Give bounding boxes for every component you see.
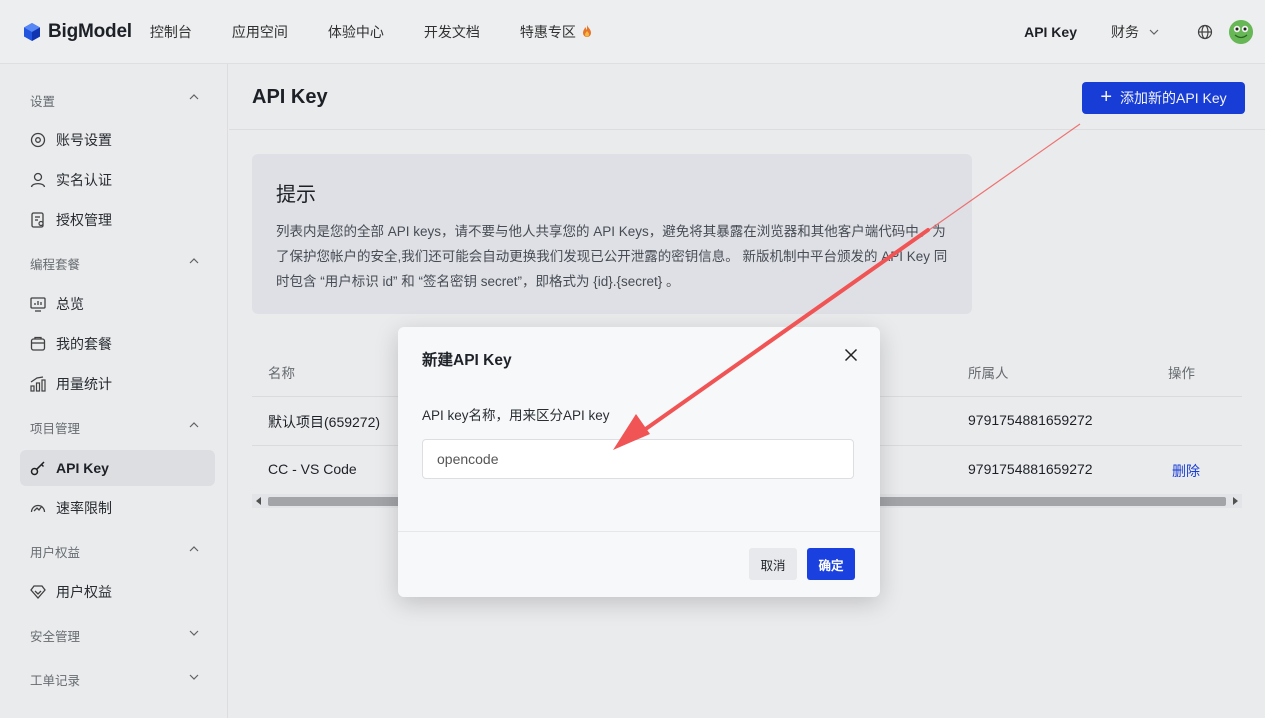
- dialog-title: 新建API Key: [422, 352, 512, 369]
- api-key-name-input[interactable]: [422, 439, 854, 479]
- cancel-button[interactable]: 取消: [749, 548, 797, 580]
- close-icon[interactable]: [844, 348, 858, 362]
- api-key-name-label: API key名称，用来区分API key: [422, 408, 610, 423]
- dialog-footer-divider: [398, 531, 880, 532]
- confirm-button[interactable]: 确定: [807, 548, 855, 580]
- new-api-key-dialog: 新建API Key API key名称，用来区分API key 取消 确定: [398, 327, 880, 597]
